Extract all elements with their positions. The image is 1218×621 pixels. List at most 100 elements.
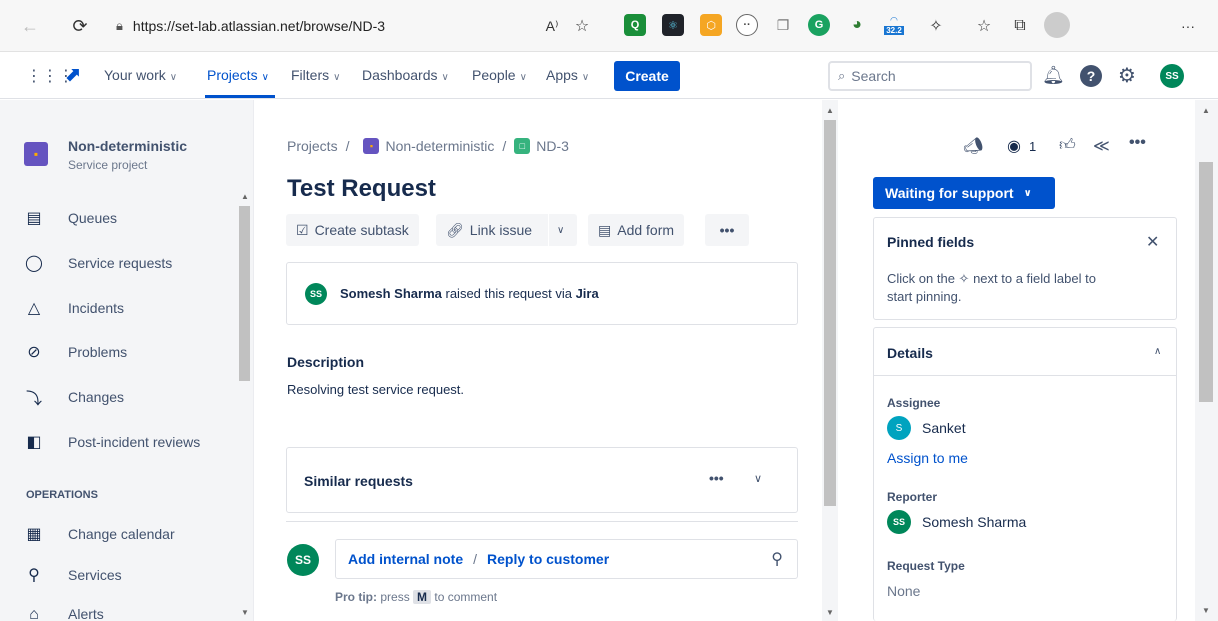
description-text[interactable]: Resolving test service request. xyxy=(287,382,464,397)
details-title: Details xyxy=(887,345,933,361)
react-extension-icon[interactable]: ⚛ xyxy=(662,14,684,36)
pro-tip: Pro tip: press M to comment xyxy=(335,590,498,604)
close-icon[interactable]: ✕ xyxy=(1146,232,1159,252)
scroll-down-arrow-icon[interactable]: ▼ xyxy=(241,608,249,617)
nav-people[interactable]: People ∨ xyxy=(472,67,527,83)
queues-icon: ▤ xyxy=(26,210,42,227)
breadcrumb-projects[interactable]: Projects xyxy=(287,138,338,154)
sidebar-item-changes[interactable]: ⤵ Changes xyxy=(0,381,236,413)
services-icon: ⚲ xyxy=(28,567,40,584)
sidebar-section-operations: OPERATIONS xyxy=(26,489,98,501)
collections-icon[interactable]: ⧉ xyxy=(1006,12,1034,40)
meter-extension-icon[interactable]: ◠ 32.2 xyxy=(882,14,906,36)
right-scroll-down-icon[interactable]: ▼ xyxy=(1202,606,1210,615)
share-icon[interactable]: ≪ xyxy=(1093,136,1110,156)
sidebar-scrollbar[interactable]: ▲ ▼ xyxy=(238,190,252,621)
link-icon: 🔗︎ xyxy=(446,221,464,238)
grammarly-extension-icon[interactable]: G xyxy=(808,14,830,36)
page-info-icon[interactable]: 🔒︎ xyxy=(116,18,123,34)
help-icon[interactable]: ? xyxy=(1080,65,1102,87)
similar-expand-chevron-icon[interactable]: ∨ xyxy=(754,472,762,485)
main-scroll-up-icon[interactable]: ▲ xyxy=(826,106,834,115)
globe-extension-icon[interactable]: ◕ xyxy=(846,14,868,36)
changes-icon: ⤵ xyxy=(25,391,42,408)
create-button[interactable]: Create xyxy=(614,61,680,91)
main-scroll-thumb[interactable] xyxy=(824,120,836,506)
active-tab-indicator xyxy=(205,95,275,98)
collapse-chevron-icon[interactable]: ∧ xyxy=(1154,346,1161,357)
scroll-up-arrow-icon[interactable]: ▲ xyxy=(241,192,249,201)
notifications-icon[interactable]: 🔔︎ xyxy=(1042,65,1065,86)
sidebar-item-service-requests[interactable]: ◯ Service requests xyxy=(0,247,236,279)
nav-projects[interactable]: Projects ∨ xyxy=(207,67,269,83)
sidebar-item-problems[interactable]: ⊘ Problems xyxy=(0,336,236,368)
sidebar-item-queues[interactable]: ▤ Queues xyxy=(0,202,236,234)
pinned-fields-title: Pinned fields xyxy=(887,234,975,250)
add-form-button[interactable]: ▤ Add form xyxy=(588,214,685,246)
right-scroll-thumb[interactable] xyxy=(1199,162,1213,402)
project-name[interactable]: Non-deterministic xyxy=(68,138,187,154)
nav-apps[interactable]: Apps ∨ xyxy=(546,67,589,83)
request-type-label: Request Type xyxy=(887,559,965,573)
sidebar-scroll-thumb[interactable] xyxy=(239,206,250,381)
details-header[interactable]: Details ∧ xyxy=(874,328,1176,376)
right-panel-scrollbar[interactable]: ▲ ▼ xyxy=(1195,100,1218,621)
assign-to-me-link[interactable]: Assign to me xyxy=(887,450,968,466)
alerts-icon: ⌂ xyxy=(29,606,39,621)
attachment-icon[interactable]: ⚲ xyxy=(771,549,783,569)
sidebar-item-services[interactable]: ⚲ Services xyxy=(0,559,236,591)
main-scroll-down-icon[interactable]: ▼ xyxy=(826,608,834,617)
right-scroll-up-icon[interactable]: ▲ xyxy=(1202,106,1210,115)
nav-your-work[interactable]: Your work ∨ xyxy=(104,67,177,83)
reporter-value[interactable]: Somesh Sharma xyxy=(922,514,1026,530)
assignee-label: Assignee xyxy=(887,396,941,410)
favorite-icon[interactable]: ☆ xyxy=(568,12,596,40)
feedback-megaphone-icon[interactable]: 📣︎ xyxy=(963,136,983,156)
copy-extension-icon[interactable]: ❐ xyxy=(772,14,794,36)
sidebar-item-alerts[interactable]: ⌂ Alerts xyxy=(0,600,236,621)
assignee-value[interactable]: Sanket xyxy=(922,420,966,436)
breadcrumb-project[interactable]: Non-deterministic xyxy=(385,138,494,154)
more-actions-button[interactable]: ••• xyxy=(705,214,749,246)
orange-extension-icon[interactable]: ⬡ xyxy=(700,14,722,36)
browser-toolbar: ← ⟳ 🔒︎ https://set-lab.atlassian.net/bro… xyxy=(0,0,1218,52)
reporter-avatar-small: SS xyxy=(887,510,911,534)
issue-title[interactable]: Test Request xyxy=(287,175,436,203)
back-arrow-icon[interactable]: ← xyxy=(16,12,44,40)
browser-menu-icon[interactable]: ··· xyxy=(1174,12,1202,40)
settings-gear-icon[interactable]: ⚙ xyxy=(1118,63,1136,88)
nav-dashboards[interactable]: Dashboards ∨ xyxy=(362,67,449,83)
nav-filters[interactable]: Filters ∨ xyxy=(291,67,340,83)
extensions-puzzle-icon[interactable]: ✧ xyxy=(922,12,950,40)
link-issue-button[interactable]: 🔗︎ Link issue xyxy=(436,214,548,246)
reply-to-customer-link[interactable]: Reply to customer xyxy=(487,551,609,567)
breadcrumb-issue-key[interactable]: ND-3 xyxy=(536,138,569,154)
jira-logo-icon[interactable]: ⬈ xyxy=(64,62,81,87)
main-scrollbar[interactable]: ▲ ▼ xyxy=(822,100,838,621)
link-issue-dropdown[interactable]: ∨ xyxy=(549,214,577,246)
similar-more-icon[interactable]: ••• xyxy=(709,470,724,486)
user-avatar[interactable]: SS xyxy=(1160,64,1184,88)
read-aloud-icon[interactable]: A⁾ xyxy=(538,12,566,40)
refresh-icon[interactable]: ⟳ xyxy=(66,12,94,40)
dots-extension-icon[interactable]: ·· xyxy=(736,14,758,36)
create-subtask-button[interactable]: ☑ Create subtask xyxy=(286,214,419,246)
favorites-list-icon[interactable]: ☆ xyxy=(970,12,998,40)
sidebar-item-incidents[interactable]: △ Incidents xyxy=(0,292,236,324)
comment-box[interactable]: Add internal note / Reply to customer ⚲ xyxy=(335,539,798,579)
q-extension-icon[interactable]: Q xyxy=(624,14,646,36)
address-bar[interactable]: 🔒︎ https://set-lab.atlassian.net/browse/… xyxy=(116,10,412,42)
like-thumb-icon[interactable]: 👍︎ xyxy=(1059,136,1076,155)
sidebar-item-change-calendar[interactable]: ▦ Change calendar xyxy=(0,518,236,550)
search-input[interactable]: ⌕ Search xyxy=(828,61,1032,91)
watchers-button[interactable]: ◉ 1 xyxy=(1007,136,1036,156)
profile-avatar-icon[interactable] xyxy=(1044,12,1070,38)
pin-icon: ✧ xyxy=(958,271,970,286)
search-placeholder: Search xyxy=(851,68,896,84)
add-internal-note-link[interactable]: Add internal note xyxy=(348,551,463,567)
request-type-value[interactable]: None xyxy=(887,583,920,599)
sidebar-item-post-incident-reviews[interactable]: ◧ Post-incident reviews xyxy=(0,426,236,458)
more-options-icon[interactable]: ••• xyxy=(1129,134,1146,152)
status-dropdown[interactable]: Waiting for support ∨ xyxy=(873,177,1055,209)
description-label: Description xyxy=(287,354,365,370)
